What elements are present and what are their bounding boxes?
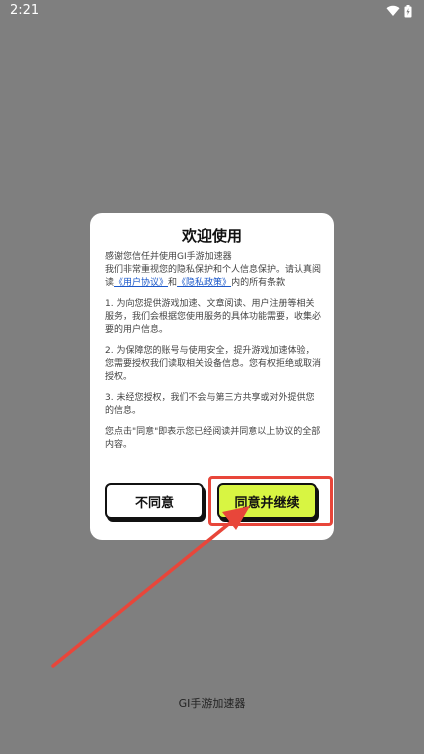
status-icons xyxy=(386,4,412,18)
privacy-policy-link[interactable]: 《隐私政策》 xyxy=(177,278,231,288)
clause-2: 2. 为保障您的账号与使用安全，提升游戏加速体验，您需要授权我们读取相关设备信息… xyxy=(105,346,322,382)
status-bar: 2:21 xyxy=(0,0,424,22)
closing-text: 您点击"同意"即表示您已经阅读并同意以上协议的全部内容。 xyxy=(105,427,321,450)
highlight-box xyxy=(208,476,333,526)
dialog-title: 欢迎使用 xyxy=(181,227,242,245)
clause-3: 3. 未经您授权，我们不会与第三方共享或对外提供您的信息。 xyxy=(105,393,315,416)
intro-line2-b: 内的所有条款 xyxy=(231,278,286,288)
app-name: GI手游加速器 xyxy=(178,697,246,710)
user-agreement-link[interactable]: 《用户协议》 xyxy=(114,278,168,288)
dialog-body: 感谢您信任并使用GI手游加速器 我们非常重视您的隐私保护和个人信息保护。请认真阅… xyxy=(105,251,321,460)
status-time: 2:21 xyxy=(10,3,40,18)
dialog-intro: 感谢您信任并使用GI手游加速器 我们非常重视您的隐私保护和个人信息保护。请认真阅… xyxy=(105,251,321,290)
wifi-icon xyxy=(386,5,400,17)
and-text: 和 xyxy=(168,278,178,288)
clause-1: 1. 为向您提供游戏加速、文章阅读、用户注册等相关服务，我们会根据您使用服务的具… xyxy=(105,299,322,335)
battery-icon xyxy=(404,4,412,18)
intro-line1: 感谢您信任并使用GI手游加速器 xyxy=(105,252,232,262)
disagree-button[interactable]: 不同意 xyxy=(105,483,204,519)
